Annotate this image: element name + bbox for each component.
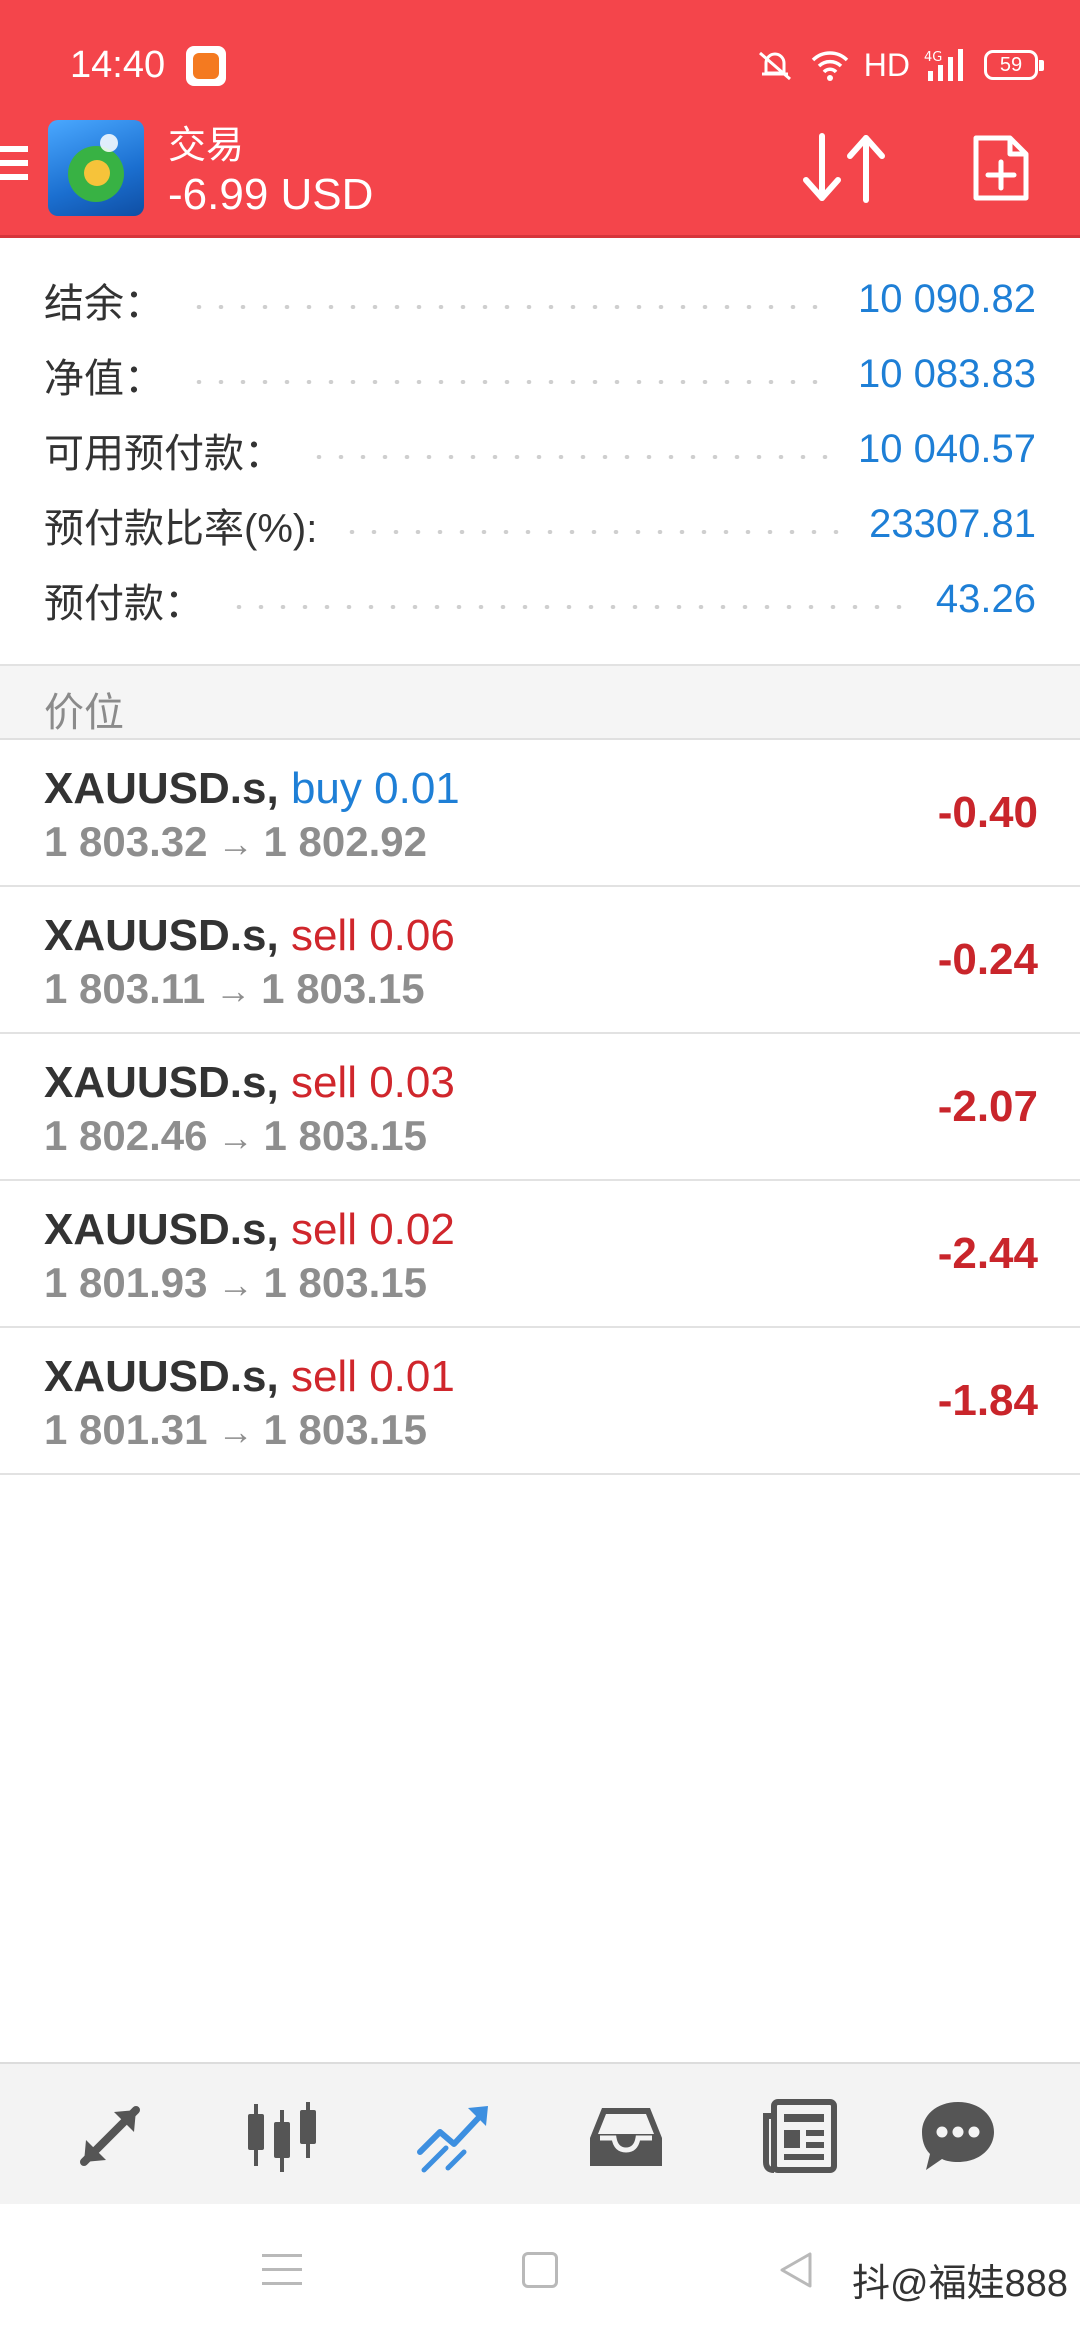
sort-arrows-icon[interactable] [800, 130, 890, 206]
news-icon [763, 2099, 837, 2173]
arrow-right-icon: → [217, 1411, 254, 1452]
nav-quotes[interactable] [70, 2096, 150, 2176]
current-price: 1 803.15 [263, 1112, 428, 1159]
screen-title: 交易 [168, 125, 245, 167]
total-profit: -6.99 USD [168, 170, 374, 219]
current-price: 1 802.92 [263, 818, 428, 865]
position-row[interactable]: XAUUSD.s, buy 0.01 1 803.32 → 1 802.92 -0.… [0, 740, 1080, 887]
section-title: 价位 [44, 691, 124, 735]
position-row[interactable]: XAUUSD.s, sell 0.02 1 801.93 → 1 803.15 -2… [0, 1181, 1080, 1328]
position-type: sell 0.01 [290, 1352, 455, 1401]
home-icon[interactable] [522, 2252, 558, 2288]
watermark: 抖@福娃888 [852, 2263, 1068, 2305]
nav-chat[interactable] [918, 2096, 998, 2176]
svg-text:4G: 4G [924, 50, 942, 65]
positions-list: XAUUSD.s, buy 0.01 1 803.32 → 1 802.92 -0.… [0, 740, 1080, 1475]
summary-value: 10 083.83 [858, 352, 1036, 396]
position-profit: -2.44 [937, 1229, 1038, 1278]
menu-icon[interactable] [0, 146, 30, 194]
position-type: sell 0.03 [290, 1058, 455, 1107]
summary-row-free-margin: 可用预付款： 10 040.57 [0, 412, 1080, 487]
nav-trade[interactable] [414, 2096, 494, 2176]
position-profit: -2.07 [937, 1082, 1038, 1131]
open-price: 1 801.93 [44, 1259, 208, 1306]
arrow-right-icon: → [217, 823, 254, 864]
cellular-signal-icon: 4G [924, 49, 963, 81]
back-icon[interactable] [776, 2250, 816, 2290]
battery-level: 59 [984, 50, 1044, 80]
dotted-leader [228, 604, 912, 609]
summary-row-margin: 预付款： 43.26 [0, 562, 1080, 637]
app-header: 14:40 HD 4G 59 交易 -6.99 USD [0, 0, 1080, 238]
position-symbol: XAUUSD.s, [44, 764, 279, 813]
arrow-right-icon: → [217, 1117, 254, 1158]
dotted-leader [308, 454, 835, 459]
summary-label: 预付款比率(%): [44, 506, 318, 551]
system-navigation: 抖@福娃888 [0, 2204, 1080, 2340]
position-row[interactable]: XAUUSD.s, sell 0.03 1 802.46 → 1 803.15 -2… [0, 1034, 1080, 1181]
dotted-leader [188, 379, 835, 384]
quotes-arrows-icon [80, 2106, 140, 2166]
summary-value: 10 040.57 [858, 427, 1036, 471]
position-symbol: XAUUSD.s, [44, 911, 279, 960]
section-header: 价位 [0, 666, 1080, 740]
position-row[interactable]: XAUUSD.s, sell 0.01 1 801.31 → 1 803.15 -1… [0, 1328, 1080, 1475]
open-price: 1 803.11 [44, 965, 206, 1012]
mute-bell-icon [758, 51, 791, 81]
nav-chart[interactable] [242, 2096, 322, 2176]
summary-label: 可用预付款： [44, 431, 284, 476]
nav-news[interactable] [760, 2096, 840, 2176]
summary-row-balance: 结余： 10 090.82 [0, 262, 1080, 337]
open-price: 1 803.32 [44, 818, 208, 865]
account-summary: 结余： 10 090.82 净值： 10 083.83 可用预付款： 10 04… [0, 262, 1080, 637]
metatrader-logo-icon [48, 120, 144, 216]
open-price: 1 801.31 [44, 1406, 208, 1453]
position-profit: -0.40 [937, 788, 1038, 837]
new-order-icon[interactable] [970, 132, 1032, 204]
wifi-icon [811, 51, 849, 81]
status-bar: 14:40 HD 4G 59 [0, 0, 1080, 110]
chat-icon [922, 2102, 994, 2170]
position-symbol: XAUUSD.s, [44, 1352, 279, 1401]
summary-label: 净值： [44, 356, 164, 401]
summary-row-equity: 净值： 10 083.83 [0, 337, 1080, 412]
position-type: sell 0.02 [290, 1205, 455, 1254]
network-label: HD [863, 46, 910, 83]
position-type: sell 0.06 [290, 911, 455, 960]
current-price: 1 803.15 [263, 1406, 428, 1453]
dotted-leader [188, 304, 835, 309]
candlestick-chart-icon [248, 2102, 316, 2172]
position-profit: -0.24 [937, 935, 1038, 984]
position-profit: -1.84 [937, 1376, 1038, 1425]
status-time: 14:40 [70, 44, 166, 86]
open-price: 1 802.46 [44, 1112, 208, 1159]
position-symbol: XAUUSD.s, [44, 1205, 279, 1254]
recent-apps-icon[interactable] [262, 2254, 302, 2288]
bottom-navigation [0, 2062, 1080, 2204]
summary-value: 23307.81 [869, 502, 1036, 546]
current-price: 1 803.15 [261, 965, 425, 1012]
summary-label: 预付款： [44, 581, 204, 626]
summary-label: 结余： [44, 281, 164, 326]
arrow-right-icon: → [217, 1264, 254, 1305]
trade-trend-icon [417, 2106, 488, 2173]
position-symbol: XAUUSD.s, [44, 1058, 279, 1107]
summary-value: 43.26 [935, 577, 1036, 621]
summary-value: 10 090.82 [858, 277, 1036, 321]
nav-history[interactable] [586, 2096, 666, 2176]
arrow-right-icon: → [215, 970, 252, 1011]
status-icons: HD 4G 59 [754, 44, 1044, 86]
summary-row-margin-level: 预付款比率(%): 23307.81 [0, 487, 1080, 562]
position-row[interactable]: XAUUSD.s, sell 0.06 1 803.11 → 1 803.15 -0… [0, 887, 1080, 1034]
current-price: 1 803.15 [263, 1259, 428, 1306]
history-inbox-icon [590, 2108, 662, 2166]
notification-app-icon [186, 46, 226, 86]
position-type: buy 0.01 [290, 764, 460, 813]
dotted-leader [341, 529, 846, 534]
